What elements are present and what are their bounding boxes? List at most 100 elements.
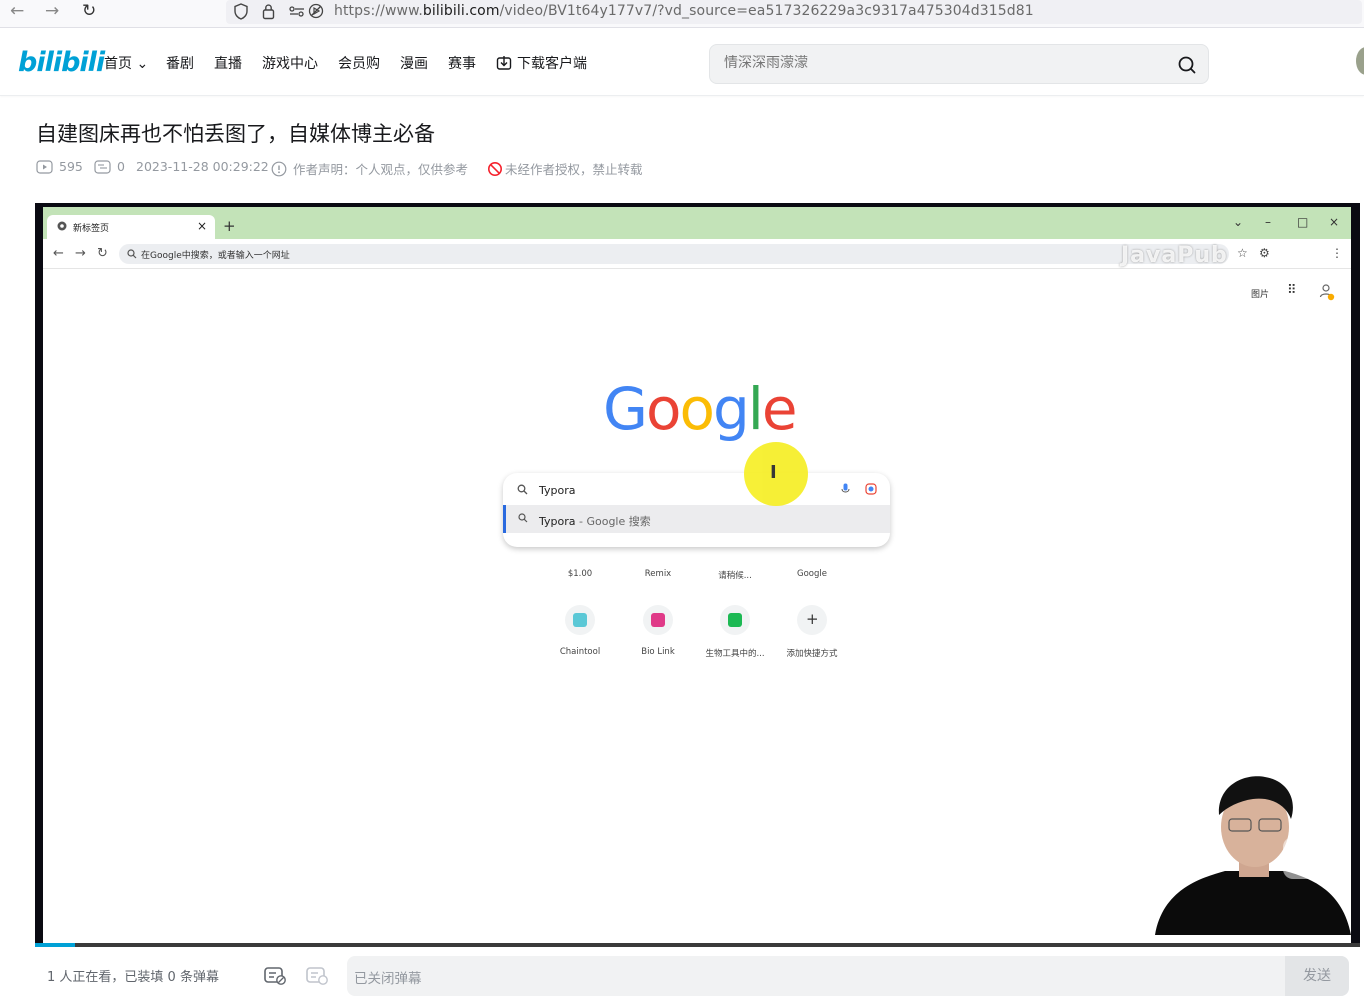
no-repost-icon <box>488 161 502 176</box>
menu-icon: ⋮ <box>1331 246 1343 260</box>
apps-grid-icon: ⠿ <box>1287 283 1297 298</box>
new-tab-icon: + <box>223 217 236 235</box>
text-cursor-icon: I <box>770 462 777 483</box>
search-icon[interactable] <box>1176 54 1198 76</box>
google-logo-g2: g <box>712 375 750 443</box>
google-logo: Google <box>603 375 798 443</box>
google-logo-e: e <box>761 375 798 443</box>
author-statement-text: 作者声明：个人观点，仅供参考 <box>293 162 469 177</box>
close-icon: × <box>196 219 207 233</box>
danmaku-settings-icon[interactable] <box>305 964 329 986</box>
video-title: 自建图床再也不怕丢图了，自媒体博主必备 <box>36 122 435 146</box>
video-frame-address-text: 在Google中搜索，或者输入一个网址 <box>141 251 290 261</box>
shortcut-label: Google <box>797 569 827 579</box>
shield-icon[interactable] <box>234 3 248 20</box>
download-icon[interactable] <box>496 55 512 71</box>
shortcut-label: $1.00 <box>567 569 593 579</box>
search-box <box>709 44 1209 84</box>
video-player[interactable]: 新标签页 × + ⌄ – □ × ← → ↻ 在Google中搜索，或者输入一个… <box>35 203 1360 947</box>
search-input[interactable] <box>724 55 1154 71</box>
publish-date: 2023-11-28 00:29:22 <box>136 159 269 174</box>
chrome-icon <box>57 221 67 231</box>
shortcut-label: 添加快捷方式 <box>786 649 838 659</box>
suggestion-rest: - Google 搜索 <box>575 515 651 528</box>
star-icon: ☆ <box>1237 246 1248 260</box>
permissions-icon[interactable] <box>289 5 305 18</box>
video-frame-tabstrip: 新标签页 × + ⌄ – □ × <box>43 207 1351 239</box>
google-logo-o1: o <box>645 375 681 443</box>
add-shortcut-icon: + <box>797 605 827 635</box>
google-search-card: Typora Typora - Google 搜索 <box>503 473 890 547</box>
video-frame-browser: 新标签页 × + ⌄ – □ × ← → ↻ 在Google中搜索，或者输入一个… <box>43 207 1351 945</box>
url-path: /video/BV1t64y177v7/?vd_source=ea5173262… <box>499 3 1034 19</box>
play-count-value: 595 <box>59 159 83 174</box>
minimize-icon: – <box>1265 215 1271 229</box>
bilibili-logo[interactable]: bilibili <box>18 47 105 78</box>
shortcut-icon <box>565 605 595 635</box>
play-count: 595 <box>36 159 83 174</box>
nav-live[interactable]: 直播 <box>214 53 242 73</box>
lock-icon[interactable] <box>262 3 275 20</box>
extensions-icon: ⚙ <box>1259 246 1270 260</box>
danmaku-input-placeholder: 已关闭弹幕 <box>354 971 422 987</box>
nav-anime[interactable]: 番剧 <box>166 53 194 73</box>
video-frame-tab-title: 新标签页 <box>73 224 110 234</box>
video-frame-tab: 新标签页 × <box>47 215 215 239</box>
search-icon <box>127 249 137 259</box>
video-frame-address: 在Google中搜索，或者输入一个网址 <box>119 244 1229 264</box>
maximize-icon: □ <box>1297 215 1309 229</box>
url-text: https://www.bilibili.com/video/BV1t64y17… <box>334 3 1034 19</box>
danmaku-toggle-icon[interactable] <box>263 964 287 986</box>
shortcut-label: 请稍候... <box>718 571 752 581</box>
avatar[interactable] <box>1356 47 1364 75</box>
video-progress-bar[interactable] <box>35 943 1360 947</box>
google-logo-l: l <box>747 375 764 443</box>
url-prefix: https://www. <box>334 3 423 19</box>
shortcut-label: Chaintool <box>559 647 601 657</box>
search-icon <box>518 513 528 523</box>
copyright-text: 未经作者授权，禁止转载 <box>505 162 643 177</box>
danmaku-bar: 1 人正在看，已装填 0 条弹幕 已关闭弹幕 发送 <box>35 952 1360 998</box>
nav-manga[interactable]: 漫画 <box>400 53 428 73</box>
google-logo-o2: o <box>679 375 714 443</box>
back-icon[interactable]: ← <box>10 1 24 21</box>
cursor-highlight: I <box>744 442 808 506</box>
danmaku-input[interactable]: 已关闭弹幕 发送 <box>347 956 1349 996</box>
copyright-notice: 未经作者授权，禁止转载 <box>487 159 643 178</box>
nav-home[interactable]: 首页 ⌄ <box>104 53 148 73</box>
account-icon <box>1319 284 1335 301</box>
images-link: 图片 <box>1251 290 1270 300</box>
google-search-query: Typora <box>539 484 576 497</box>
autoplay-blocked-icon[interactable] <box>308 3 324 19</box>
url-bar[interactable]: https://www.bilibili.com/video/BV1t64y17… <box>226 0 1362 24</box>
forward-icon[interactable]: → <box>45 1 59 21</box>
danmaku-count: 0 <box>94 159 125 174</box>
nav-esports[interactable]: 赛事 <box>448 53 476 73</box>
reload-icon[interactable]: ↻ <box>82 1 96 21</box>
browser-toolbar: ← → ↻ https://www.bilibili.com/video/BV1… <box>0 0 1364 28</box>
viewer-count: 1 人正在看，已装填 0 条弹幕 <box>47 970 219 985</box>
author-statement: 作者声明：个人观点，仅供参考 <box>271 159 468 178</box>
nav-download-client[interactable]: 下载客户端 <box>517 53 587 73</box>
lens-icon <box>865 483 877 495</box>
reload-icon: ↻ <box>97 246 108 261</box>
search-icon <box>517 484 528 495</box>
mic-icon <box>841 483 850 493</box>
forward-icon: → <box>75 246 86 261</box>
shortcut-label: Bio Link <box>641 647 675 657</box>
back-icon: ← <box>53 246 64 261</box>
nav-game-center[interactable]: 游戏中心 <box>262 53 318 73</box>
url-domain: bilibili.com <box>422 3 500 19</box>
send-danmaku-button[interactable]: 发送 <box>1285 956 1349 996</box>
nav-member-shop[interactable]: 会员购 <box>338 53 380 73</box>
progress-fill <box>35 943 75 947</box>
danmaku-count-value: 0 <box>117 159 125 174</box>
google-logo-g: G <box>603 375 648 443</box>
site-header: bilibili 首页 ⌄ 番剧 直播 游戏中心 会员购 漫画 赛事 下载客户端 <box>0 29 1364 96</box>
suggestion-main: Typora <box>539 515 576 528</box>
video-watermark: JavaPub <box>1121 243 1228 268</box>
info-icon <box>271 161 287 176</box>
shortcut-icon <box>720 605 750 635</box>
chevron-down-icon: ⌄ <box>1233 215 1244 229</box>
shortcut-label: 生物工具中的... <box>705 649 765 659</box>
